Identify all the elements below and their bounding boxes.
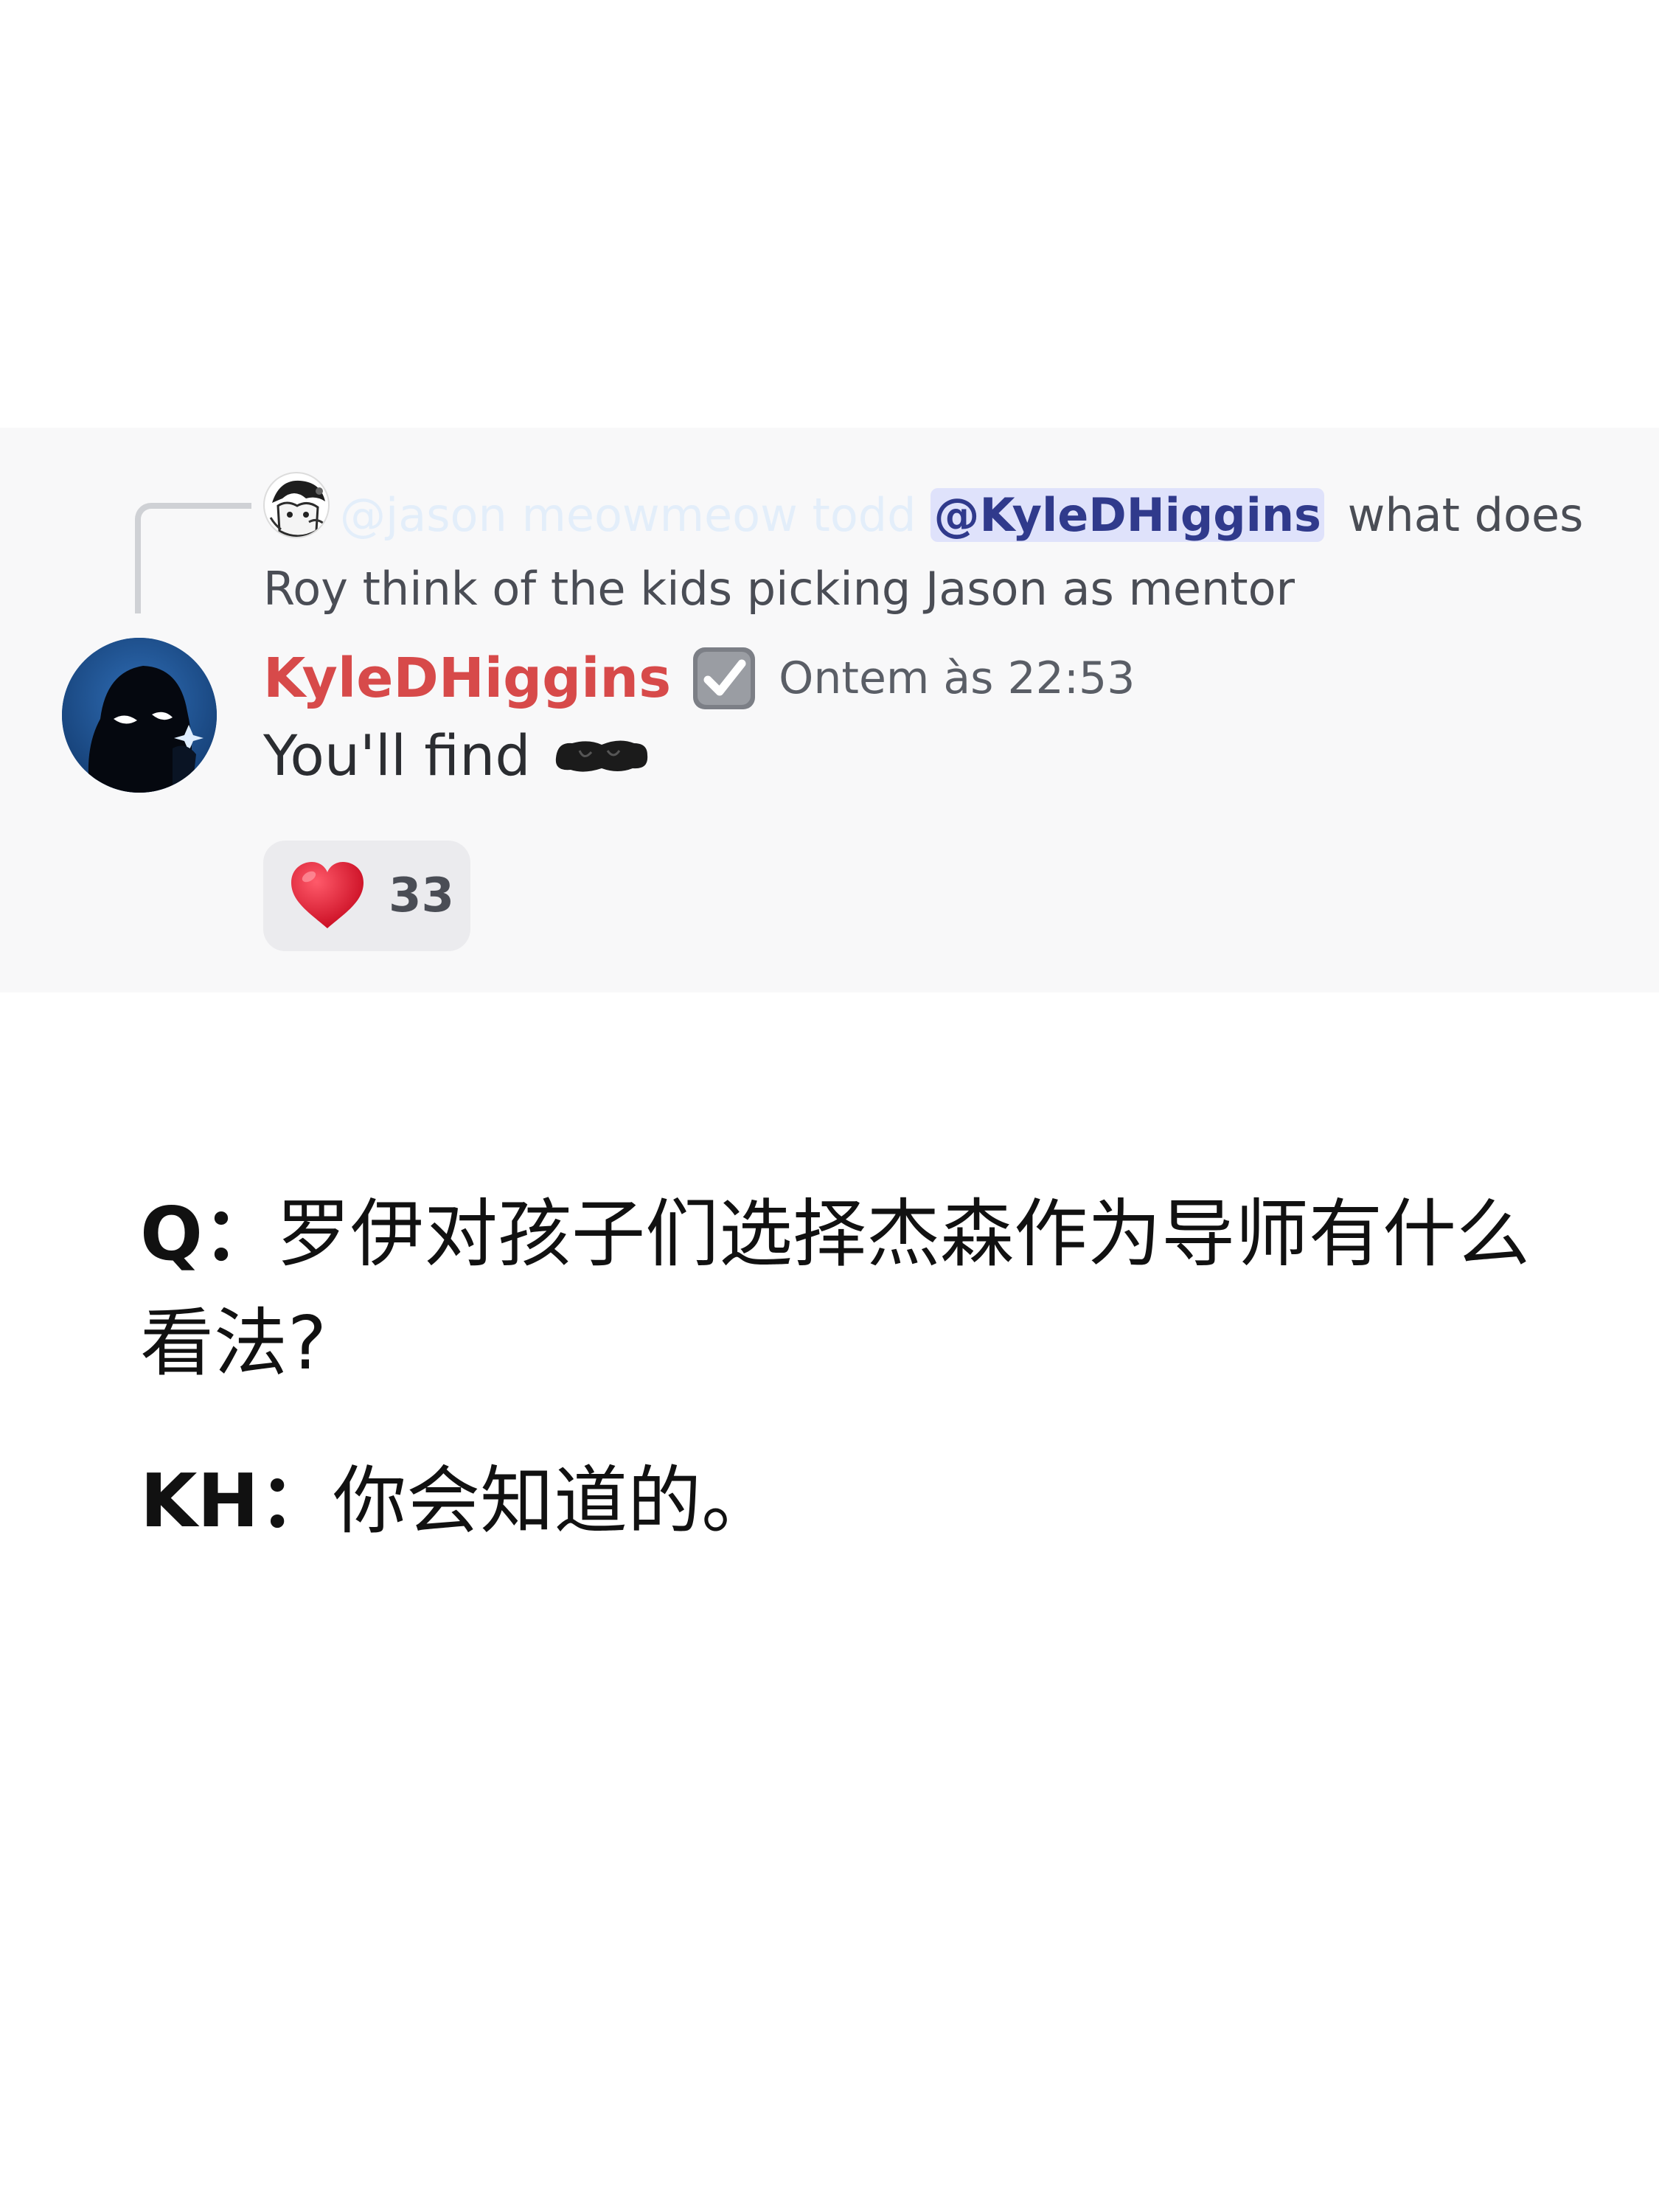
reply-author-name[interactable]: @jason meowmeow todd [340, 488, 916, 542]
reply-connector-line [135, 503, 251, 613]
author-avatar[interactable] [62, 638, 217, 793]
reply-avatar-art-icon [269, 480, 325, 537]
masked-hero-avatar-icon [62, 638, 217, 793]
message-timestamp: Ontem às 22:53 [779, 653, 1135, 704]
author-name[interactable]: KyleDHiggins [263, 647, 671, 710]
verified-check-icon [690, 644, 758, 712]
question-text: 罗伊对孩子们选择杰森作为导师有什么看法? [140, 1191, 1531, 1386]
message-header: KyleDHiggins Ontem às 22:53 [263, 641, 1135, 715]
reply-preview[interactable]: @jason meowmeow todd @KyleDHiggins what d… [263, 472, 1620, 626]
question-line: Q：罗伊对孩子们选择杰森作为导师有什么看法? [140, 1180, 1541, 1398]
answer-label: KH： [140, 1458, 333, 1544]
question-label: Q： [140, 1191, 277, 1277]
heart-icon [288, 859, 366, 933]
answer-line: KH：你会知道的。 [140, 1447, 1541, 1556]
answer-text: 你会知道的。 [333, 1458, 776, 1544]
reaction-button[interactable]: 33 [263, 841, 470, 951]
chat-message: @jason meowmeow todd @KyleDHiggins what d… [0, 428, 1659, 992]
reaction-count: 33 [389, 869, 455, 923]
message-body: You'll find [263, 723, 652, 788]
message-text: You'll find [263, 723, 531, 788]
user-mention[interactable]: @KyleDHiggins [931, 488, 1324, 542]
translation-section: Q：罗伊对孩子们选择杰森作为导师有什么看法? KH：你会知道的。 [140, 1180, 1541, 1556]
redacted-text-scribble [550, 733, 652, 779]
reply-avatar[interactable] [263, 472, 330, 538]
